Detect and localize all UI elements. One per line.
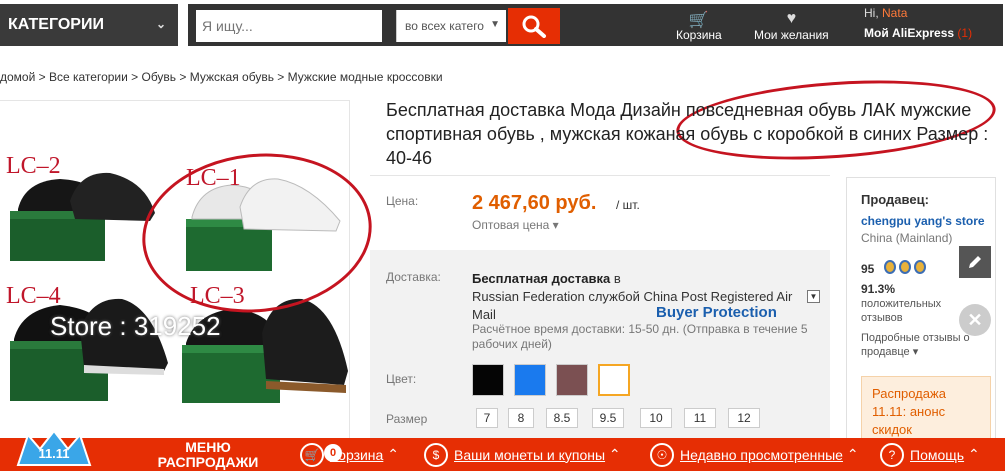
size-option[interactable]: 9.5	[592, 408, 624, 428]
positive-percent: 91.3%	[861, 282, 896, 296]
medal-icon	[884, 260, 896, 274]
seller-location: China (Mainland)	[861, 231, 953, 245]
chevron-down-icon: ⌄	[155, 17, 166, 31]
search-input[interactable]	[196, 10, 382, 42]
sale-badge-text: 11.11	[38, 446, 69, 461]
coins-button[interactable]: $ Ваши монеты и купоны ⌃	[424, 438, 621, 471]
size-option[interactable]: 8	[508, 408, 534, 428]
price-value: 2 467,60 руб.	[472, 192, 597, 214]
positive-label: положительных отзывов	[861, 298, 942, 324]
bottom-cart-button[interactable]: 🛒 Корзина ⌃	[300, 438, 399, 471]
recently-viewed-button[interactable]: ☉ Недавно просмотренные ⌃	[650, 438, 859, 471]
coins-label: Ваши монеты и купоны	[454, 446, 606, 463]
delivery-free: Бесплатная доставка	[472, 271, 611, 286]
delivery-label: Доставка:	[386, 270, 441, 284]
wishlist-link[interactable]: ♥ Мои желания	[754, 10, 829, 42]
account-label: Мой AliExpress	[864, 26, 955, 40]
dollar-icon: $	[424, 442, 448, 467]
medal-icon	[914, 260, 926, 274]
size-option[interactable]: 12	[728, 408, 760, 428]
wholesale-label: Оптовая цена	[472, 218, 550, 232]
color-swatch-blue[interactable]	[514, 364, 546, 396]
account-count: (1)	[957, 26, 973, 40]
categories-button[interactable]: КАТЕГОРИИ ⌄	[0, 4, 178, 46]
help-icon: ?	[880, 442, 904, 467]
price-section: Цена: 2 467,60 руб. / шт. Оптовая цена ▾	[370, 175, 830, 250]
variant-label: LC–3	[190, 283, 245, 309]
variant-label: LC–4	[6, 283, 61, 309]
search-scope-value: во всех катего	[405, 19, 484, 33]
account-menu[interactable]: Hi, Nata Мой AliExpress (1)	[864, 6, 972, 40]
sale-menu-button[interactable]: МЕНЮ РАСПРОДАЖИ	[148, 438, 268, 471]
store-link[interactable]: chengpu yang's store	[861, 214, 985, 228]
breadcrumb[interactable]: домой > Все категории > Обувь > Мужская …	[0, 70, 443, 84]
wholesale-link[interactable]: Оптовая цена ▾	[472, 218, 559, 232]
help-label: Помощь	[910, 446, 965, 463]
color-swatch-brown[interactable]	[556, 364, 588, 396]
sale-promo[interactable]: Распродажа 11.11: анонс скидок	[861, 376, 991, 446]
size-label: Размер	[386, 412, 428, 426]
product-title: Бесплатная доставка Мода Дизайн повседне…	[386, 100, 989, 168]
sale-badge[interactable]: 11.11	[14, 428, 94, 466]
search-button[interactable]	[508, 8, 560, 44]
buyer-protection-badge[interactable]: Buyer Protection	[656, 304, 777, 321]
price-unit: / шт.	[616, 198, 640, 212]
delivery-in: в	[613, 271, 621, 286]
store-watermark: Store : 319252	[50, 311, 221, 341]
pencil-icon	[969, 256, 981, 268]
search-bar: во всех катего ▼ 🛒 Корзина ♥ Мои желания…	[188, 4, 1003, 46]
greeting: Hi,	[864, 6, 879, 20]
size-option[interactable]: 8.5	[546, 408, 578, 428]
cart-icon: 🛒	[688, 12, 709, 29]
color-swatch-white[interactable]	[598, 364, 630, 396]
cart-label: Корзина	[676, 28, 722, 42]
medal-icon	[899, 260, 911, 274]
size-option[interactable]: 10	[640, 408, 672, 428]
product-photo	[10, 172, 348, 403]
categories-label: КАТЕГОРИИ	[8, 16, 104, 33]
price-label: Цена:	[386, 194, 419, 208]
help-button[interactable]: ? Помощь ⌃	[880, 438, 980, 471]
close-button[interactable]: ✕	[959, 304, 991, 336]
cart-count-badge: 0	[324, 444, 342, 462]
account-link[interactable]: Мой AliExpress (1)	[864, 26, 972, 40]
chevron-down-icon: ▾	[552, 218, 559, 232]
edit-button[interactable]	[959, 246, 991, 278]
heart-icon: ♥	[786, 10, 797, 27]
wishlist-label: Мои желания	[754, 28, 829, 42]
sale-menu-label: МЕНЮ РАСПРОДАЖИ	[157, 438, 259, 470]
chevron-down-icon: ▾	[912, 346, 919, 358]
bottom-toolbar: 11.11 МЕНЮ РАСПРОДАЖИ 🛒 Корзина ⌃ $ Ваши…	[0, 428, 1005, 471]
color-swatch-black[interactable]	[472, 364, 504, 396]
color-label: Цвет:	[386, 372, 417, 386]
delivery-time-note: Расчётное время доставки: 15-50 дн. (Отп…	[472, 322, 808, 351]
size-option[interactable]: 7	[476, 408, 498, 428]
cart-icon: 🛒	[300, 442, 324, 467]
variant-label: LC–2	[6, 153, 61, 179]
user-name[interactable]: Nata	[882, 6, 907, 20]
sale-badge-icon: 11.11	[16, 428, 92, 466]
search-icon	[522, 15, 546, 38]
delivery-dropdown[interactable]: ▼	[807, 290, 820, 303]
seller-score: 95	[861, 262, 875, 276]
header: КАТЕГОРИИ ⌄ во всех катего ▼ 🛒 Корзина ♥…	[0, 0, 1005, 50]
recently-viewed-label: Недавно просмотренные	[680, 446, 843, 463]
search-scope-select[interactable]: во всех катего ▼	[396, 10, 506, 42]
product-image[interactable]: LC–2 LC–1 LC–4 LC–3 Store : 319252	[0, 100, 350, 440]
close-icon: ✕	[967, 309, 983, 330]
variant-label: LC–1	[186, 165, 241, 191]
cart-link[interactable]: 🛒 Корзина	[676, 10, 722, 42]
chevron-down-icon: ▼	[490, 19, 500, 30]
eye-icon: ☉	[650, 442, 674, 467]
delivery-section: Доставка: Бесплатная доставка в Russian …	[370, 250, 830, 440]
size-option[interactable]: 11	[684, 408, 716, 428]
seller-title: Продавец:	[861, 192, 929, 207]
